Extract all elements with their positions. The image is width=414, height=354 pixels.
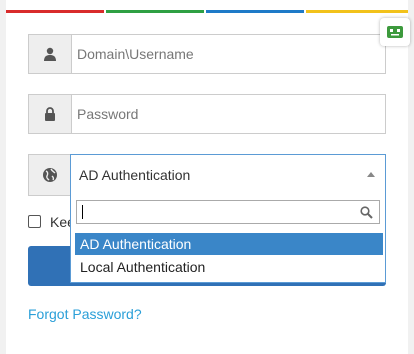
robot-extension-icon[interactable] <box>380 18 410 46</box>
stripe-blue <box>206 10 304 13</box>
auth-select[interactable]: AD Authentication <box>70 154 386 196</box>
option-ad-authentication[interactable]: AD Authentication <box>75 233 383 255</box>
user-icon <box>29 35 72 73</box>
lock-icon <box>29 95 72 133</box>
option-local-authentication[interactable]: Local Authentication <box>75 256 383 278</box>
forgot-password-link[interactable]: Forgot Password? <box>28 306 142 322</box>
stripe-yellow <box>306 10 408 13</box>
caret-up-icon <box>367 172 375 177</box>
keep-signed-in-checkbox[interactable] <box>28 215 41 228</box>
username-input[interactable] <box>77 35 377 73</box>
globe-icon <box>29 155 72 195</box>
dropdown-search-input[interactable] <box>76 200 380 224</box>
password-group <box>28 94 386 134</box>
auth-group <box>28 154 72 196</box>
auth-select-value: AD Authentication <box>79 167 191 183</box>
text-cursor <box>82 205 83 219</box>
stripe-red <box>6 10 104 13</box>
username-group <box>28 34 386 74</box>
search-icon <box>360 206 373 219</box>
password-input[interactable] <box>77 95 377 133</box>
stripe-green <box>106 10 204 13</box>
auth-dropdown: AD Authentication Local Authentication <box>70 195 386 283</box>
login-card: AD Authentication AD Authentication Loca… <box>6 0 408 354</box>
